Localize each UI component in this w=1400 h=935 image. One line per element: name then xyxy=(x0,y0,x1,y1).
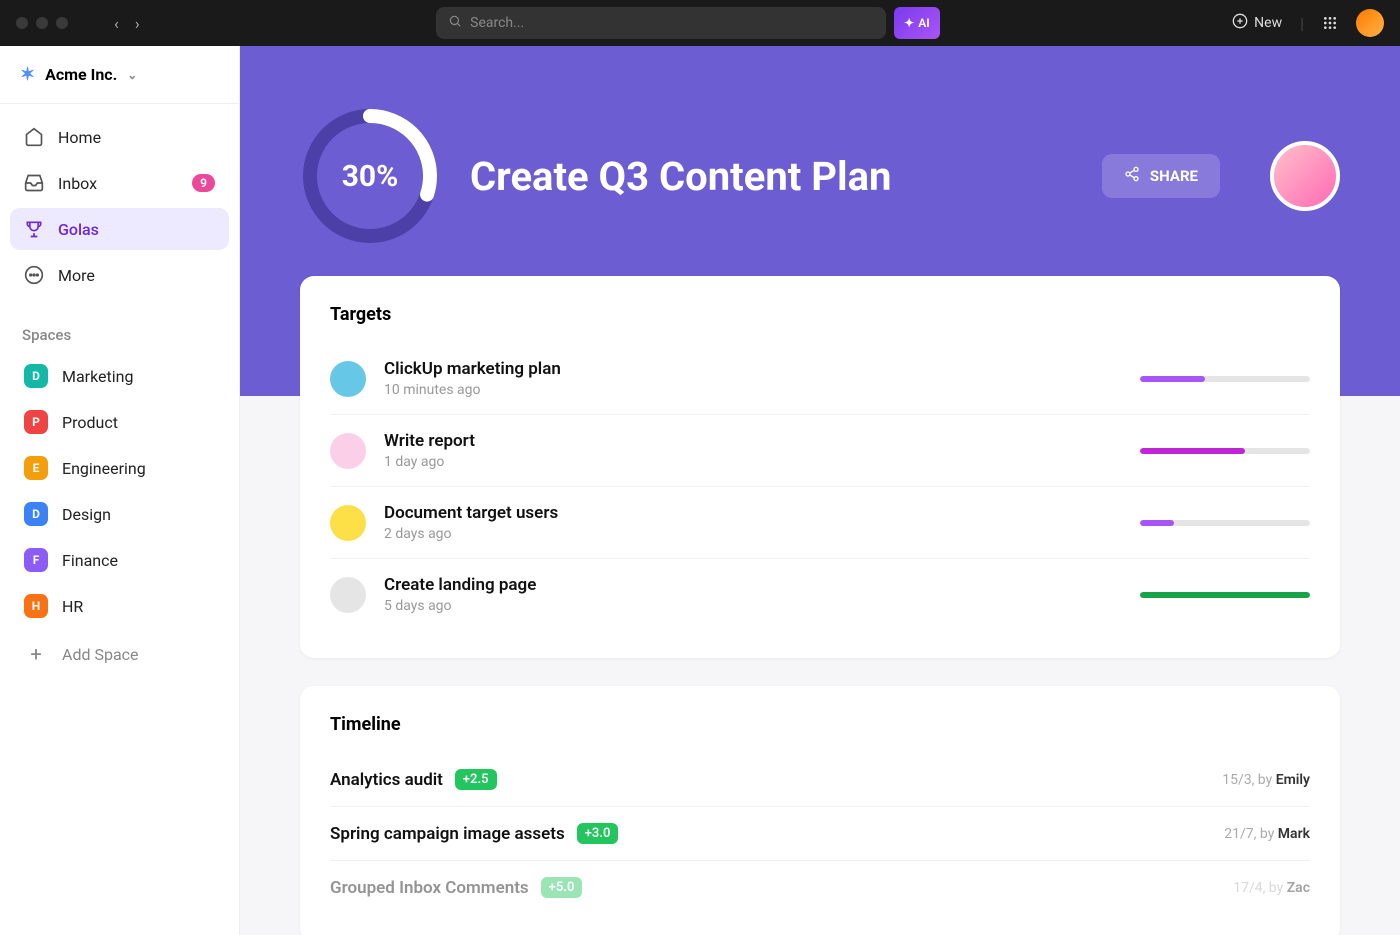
timeline-meta: 17/4, by Zac xyxy=(1233,880,1310,896)
spaces-heading: Spaces xyxy=(0,312,239,352)
progress-percent: 30% xyxy=(300,106,440,246)
plus-icon: + xyxy=(24,642,48,666)
space-badge: D xyxy=(24,364,48,388)
chevron-down-icon: ⌄ xyxy=(127,68,137,82)
nav-item-home[interactable]: Home xyxy=(10,116,229,158)
forward-button[interactable]: › xyxy=(131,10,144,37)
target-row[interactable]: Document target users 2 days ago xyxy=(330,487,1310,559)
timeline-title: Analytics audit xyxy=(330,770,443,790)
targets-heading: Targets xyxy=(330,304,1310,325)
space-label: Marketing xyxy=(62,367,133,386)
timeline-title: Grouped Inbox Comments xyxy=(330,878,529,898)
assignee-avatar xyxy=(330,361,366,397)
timeline-row[interactable]: Spring campaign image assets +3.0 21/7, … xyxy=(330,807,1310,861)
score-badge: +2.5 xyxy=(455,769,497,790)
timeline-meta: 21/7, by Mark xyxy=(1224,826,1310,842)
progress-bar xyxy=(1140,520,1310,526)
target-timestamp: 1 day ago xyxy=(384,454,1122,470)
progress-bar xyxy=(1140,592,1310,598)
assignee-avatar xyxy=(330,577,366,613)
score-badge: +3.0 xyxy=(577,823,619,844)
back-button[interactable]: ‹ xyxy=(110,10,123,37)
nav-label: Golas xyxy=(58,220,99,239)
space-badge: F xyxy=(24,548,48,572)
max-dot[interactable] xyxy=(56,17,68,29)
space-label: Design xyxy=(62,505,111,524)
nav-label: Home xyxy=(58,128,101,147)
history-nav: ‹ › xyxy=(110,10,144,37)
add-space-button[interactable]: + Add Space xyxy=(6,632,233,676)
target-row[interactable]: ClickUp marketing plan 10 minutes ago xyxy=(330,343,1310,415)
nav-item-golas[interactable]: Golas xyxy=(10,208,229,250)
target-timestamp: 10 minutes ago xyxy=(384,382,1122,398)
space-label: Engineering xyxy=(62,459,146,478)
plus-circle-icon xyxy=(1232,13,1248,33)
target-row[interactable]: Write report 1 day ago xyxy=(330,415,1310,487)
page-title: Create Q3 Content Plan xyxy=(470,153,1072,200)
space-label: Product xyxy=(62,413,118,432)
space-badge: E xyxy=(24,456,48,480)
owner-avatar[interactable] xyxy=(1270,141,1340,211)
workspace-icon: ✶ xyxy=(20,64,35,85)
space-item-finance[interactable]: F Finance xyxy=(6,538,233,582)
targets-card: Targets ClickUp marketing plan 10 minutes… xyxy=(300,276,1340,658)
progress-bar xyxy=(1140,376,1310,382)
space-item-product[interactable]: P Product xyxy=(6,400,233,444)
home-icon xyxy=(24,127,44,147)
timeline-card: Timeline Analytics audit +2.5 15/3, by E… xyxy=(300,686,1340,935)
search-placeholder: Search... xyxy=(470,15,524,31)
target-row[interactable]: Create landing page 5 days ago xyxy=(330,559,1310,630)
target-timestamp: 2 days ago xyxy=(384,526,1122,542)
timeline-title: Spring campaign image assets xyxy=(330,824,565,844)
space-item-design[interactable]: D Design xyxy=(6,492,233,536)
space-badge: H xyxy=(24,594,48,618)
inbox-icon xyxy=(24,173,44,193)
assignee-avatar xyxy=(330,505,366,541)
apps-grid-icon[interactable] xyxy=(1322,15,1338,31)
search-input[interactable]: Search... xyxy=(436,7,886,39)
space-item-engineering[interactable]: E Engineering xyxy=(6,446,233,490)
close-dot[interactable] xyxy=(16,17,28,29)
progress-ring: 30% xyxy=(300,106,440,246)
ai-button[interactable]: ✦ AI xyxy=(894,7,940,39)
space-item-marketing[interactable]: D Marketing xyxy=(6,354,233,398)
timeline-row[interactable]: Grouped Inbox Comments +5.0 17/4, by Zac xyxy=(330,861,1310,914)
trophy-icon xyxy=(24,219,44,239)
timeline-meta: 15/3, by Emily xyxy=(1222,772,1310,788)
target-title: Write report xyxy=(384,431,1122,451)
inbox-badge: 9 xyxy=(192,174,215,192)
space-badge: P xyxy=(24,410,48,434)
space-badge: D xyxy=(24,502,48,526)
nav-item-inbox[interactable]: Inbox 9 xyxy=(10,162,229,204)
search-icon xyxy=(448,14,462,32)
nav-label: Inbox xyxy=(58,174,97,193)
share-icon xyxy=(1124,166,1140,186)
timeline-heading: Timeline xyxy=(330,714,1310,735)
new-button[interactable]: New xyxy=(1232,13,1282,33)
space-label: Finance xyxy=(62,551,118,570)
nav-label: More xyxy=(58,266,95,285)
target-title: Document target users xyxy=(384,503,1122,523)
sidebar: ✶ Acme Inc. ⌄ Home Inbox 9 Golas More Spaces… xyxy=(0,46,240,935)
share-button[interactable]: SHARE xyxy=(1102,154,1220,198)
target-title: Create landing page xyxy=(384,575,1122,595)
titlebar: ‹ › Search... ✦ AI New | xyxy=(0,0,1400,46)
min-dot[interactable] xyxy=(36,17,48,29)
window-controls xyxy=(16,17,68,29)
more-icon xyxy=(24,265,44,285)
workspace-switcher[interactable]: ✶ Acme Inc. ⌄ xyxy=(0,46,239,104)
space-item-hr[interactable]: H HR xyxy=(6,584,233,628)
user-avatar[interactable] xyxy=(1356,9,1384,37)
assignee-avatar xyxy=(330,433,366,469)
main-content: 30% Create Q3 Content Plan SHARE Targets… xyxy=(240,46,1400,935)
target-timestamp: 5 days ago xyxy=(384,598,1122,614)
space-label: HR xyxy=(62,597,83,616)
progress-bar xyxy=(1140,448,1310,454)
sparkle-icon: ✦ xyxy=(904,16,914,30)
score-badge: +5.0 xyxy=(541,877,583,898)
timeline-row[interactable]: Analytics audit +2.5 15/3, by Emily xyxy=(330,753,1310,807)
nav-item-more[interactable]: More xyxy=(10,254,229,296)
target-title: ClickUp marketing plan xyxy=(384,359,1122,379)
